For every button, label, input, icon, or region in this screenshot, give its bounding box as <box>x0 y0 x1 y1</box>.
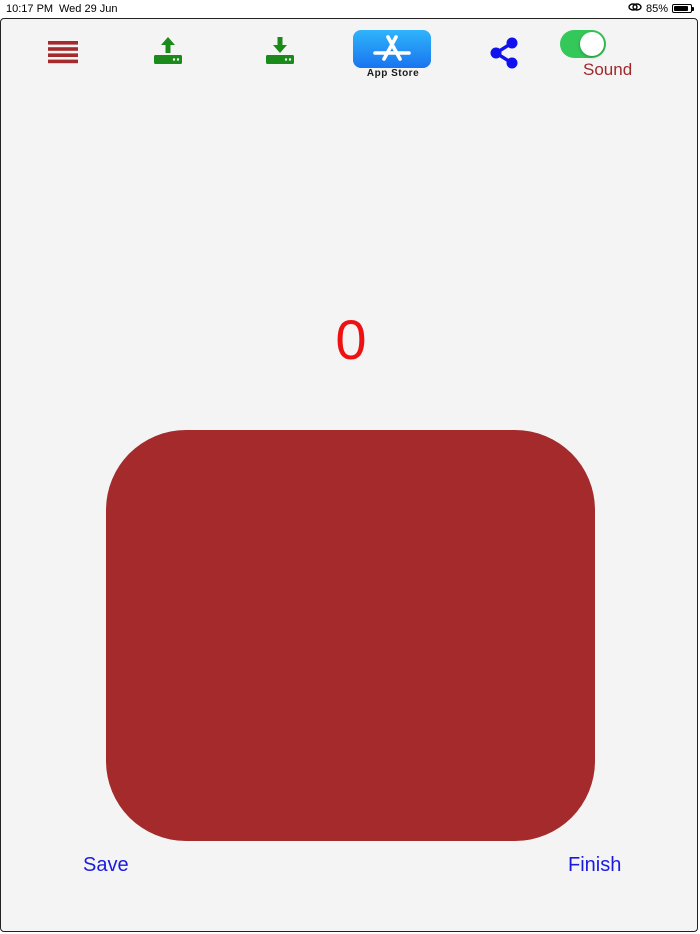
status-time: 10:17 PM <box>6 3 54 15</box>
share-icon <box>487 36 521 75</box>
app-store-label: App Store <box>366 68 420 79</box>
toggle-knob <box>580 32 604 56</box>
app-screen: App Store Sound 0 Save Finish <box>0 18 698 932</box>
app-store-button[interactable]: App Store <box>351 30 435 80</box>
save-button[interactable]: Save <box>83 854 129 877</box>
hamburger-menu-icon <box>47 39 79 70</box>
status-right: 85% <box>628 2 694 15</box>
status-date: Wed 29 Jun <box>59 3 118 15</box>
link-icon <box>628 2 642 15</box>
share-button[interactable] <box>485 37 523 73</box>
battery-icon <box>672 4 694 13</box>
counter-value: 0 <box>335 308 367 371</box>
sound-toggle[interactable] <box>560 30 606 58</box>
sound-label: Sound <box>583 60 633 79</box>
upload-icon <box>153 36 183 71</box>
status-bar: 10:17 PM Wed 29 Jun 85% <box>0 0 700 18</box>
upload-button[interactable] <box>151 36 185 71</box>
download-icon <box>265 36 295 71</box>
download-button[interactable] <box>263 36 297 71</box>
menu-button[interactable] <box>45 39 81 69</box>
app-store-icon <box>353 30 431 68</box>
tap-pad-button[interactable] <box>106 430 595 841</box>
battery-percent: 85% <box>645 2 668 15</box>
finish-button[interactable]: Finish <box>568 854 621 877</box>
